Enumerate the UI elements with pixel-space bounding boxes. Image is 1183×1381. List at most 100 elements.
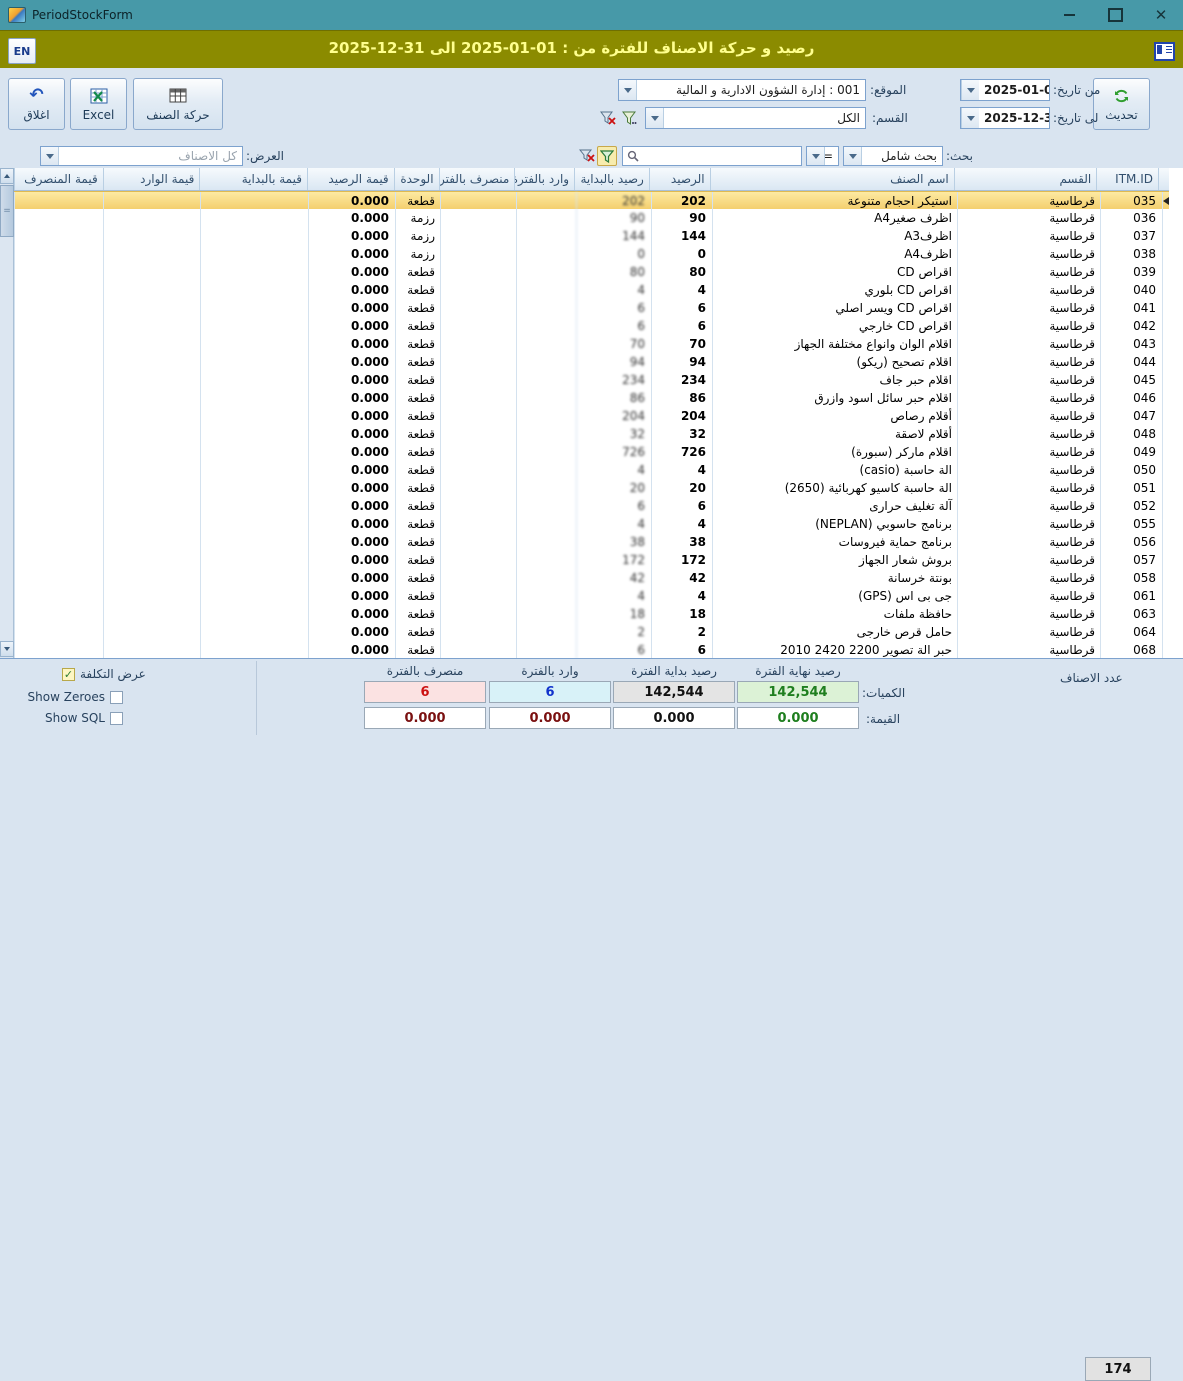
search-input[interactable]: [622, 146, 802, 166]
table-row[interactable]: 042قرطاسيةاقراص CD خارجي66قطعة0.000: [14, 317, 1169, 335]
cell-item-id: 036: [1100, 209, 1162, 227]
table-row[interactable]: 041قرطاسيةاقراص CD ويسر اصلي66قطعة0.000: [14, 299, 1169, 317]
excel-export-button[interactable]: Excel: [70, 78, 127, 130]
table-row[interactable]: 052قرطاسيةآلة تغليف حرارى66قطعة0.000: [14, 497, 1169, 515]
table-row[interactable]: 045قرطاسيةاقلام حبر جاف234234قطعة0.000: [14, 371, 1169, 389]
scroll-up-button[interactable]: [0, 168, 14, 184]
table-row[interactable]: 055قرطاسيةبرنامج حاسوبي (NEPLAN)44قطعة0.…: [14, 515, 1169, 533]
cell-inbound-value: [103, 371, 200, 389]
filter-toggle-button[interactable]: [597, 146, 617, 166]
cell-item-id: 040: [1100, 281, 1162, 299]
cell-beginning-balance: 726: [576, 443, 651, 461]
table-row[interactable]: 037قرطاسيةاظرفA3144144رزمة0.000: [14, 227, 1169, 245]
table-row[interactable]: 047قرطاسيةأقلام رصاص204204قطعة0.000: [14, 407, 1169, 425]
table-row[interactable]: 049قرطاسيةاقلام ماركر (سبورة)726726قطعة0…: [14, 443, 1169, 461]
from-date-dropdown-icon[interactable]: [961, 80, 979, 100]
column-header-11[interactable]: قيمة الوارد: [103, 168, 200, 190]
department-select[interactable]: الكل: [645, 107, 866, 129]
table-row[interactable]: 050قرطاسيةالة حاسبة (casio)44قطعة0.000: [14, 461, 1169, 479]
close-window-button[interactable]: ✕: [1149, 4, 1173, 26]
cell-outbound-period: [440, 623, 516, 641]
cell-beginning-balance: 6: [576, 497, 651, 515]
table-row[interactable]: 035قرطاسيةاستيكر احجام متنوعة202202قطعة0…: [14, 191, 1169, 209]
department-filter-clear-icon[interactable]: [598, 108, 618, 128]
record-selector: [1162, 407, 1169, 425]
form-grid-icon[interactable]: [1154, 42, 1175, 61]
refresh-button[interactable]: تحديث: [1093, 78, 1150, 130]
search-operator-dropdown-icon[interactable]: [807, 147, 825, 165]
cell-item-name: اقراص CD خارجي: [712, 317, 957, 335]
table-row[interactable]: 063قرطاسيةحافظة ملفات1818قطعة0.000: [14, 605, 1169, 623]
table-row[interactable]: 057قرطاسيةبروش شعار الجهاز172172قطعة0.00…: [14, 551, 1169, 569]
cell-inbound-value: [103, 443, 200, 461]
table-row[interactable]: 036قرطاسيةاظرف صغيرA49090رزمة0.000: [14, 209, 1169, 227]
table-row[interactable]: 046قرطاسيةاقلام حبر سائل اسود وازرق8686ق…: [14, 389, 1169, 407]
table-row[interactable]: 056قرطاسيةبرنامج حماية فيروسات3838قطعة0.…: [14, 533, 1169, 551]
table-row[interactable]: 058قرطاسيةبونتة خرسانة4242قطعة0.000: [14, 569, 1169, 587]
cell-outbound-period: [440, 263, 516, 281]
column-header-5[interactable]: رصيد بالبداية: [574, 168, 649, 190]
table-row[interactable]: 039قرطاسيةاقراص CD8080قطعة0.000: [14, 263, 1169, 281]
location-select[interactable]: 001 : إدارة الشؤون الادارية و المالية: [618, 79, 866, 101]
table-row[interactable]: 048قرطاسيةأقلام لاصقة3232قطعة0.000: [14, 425, 1169, 443]
cell-item-id: 045: [1100, 371, 1162, 389]
column-header-4[interactable]: الرصيد: [649, 168, 710, 190]
vertical-scrollbar[interactable]: =: [0, 168, 14, 658]
to-date-picker[interactable]: 2025-12-31: [960, 107, 1050, 129]
location-dropdown-icon[interactable]: [619, 80, 637, 100]
table-row[interactable]: 043قرطاسيةاقلام الوان وانواع مختلفة الجه…: [14, 335, 1169, 353]
search-scope-dropdown-icon[interactable]: [844, 147, 862, 165]
table-row[interactable]: 040قرطاسيةاقراص CD بلوري44قطعة0.000: [14, 281, 1169, 299]
table-row[interactable]: 064قرطاسيةحامل قرص خارجى22قطعة0.000: [14, 623, 1169, 641]
view-select[interactable]: كل الاصناف: [40, 146, 243, 166]
show-cost-checkbox[interactable]: ✓: [62, 668, 75, 681]
cell-inbound-period: [516, 263, 576, 281]
cell-inbound-value: [103, 281, 200, 299]
show-sql-checkbox-row[interactable]: Show SQL: [10, 711, 123, 725]
column-header-8[interactable]: الوحدة: [394, 168, 439, 190]
show-cost-checkbox-row[interactable]: عرض التكلفة ✓: [62, 667, 146, 681]
from-date-picker[interactable]: 2025-01-01: [960, 79, 1050, 101]
cell-balance: 144: [651, 227, 712, 245]
column-header-9[interactable]: قيمة الرصيد: [307, 168, 394, 190]
record-selector: [1162, 227, 1169, 245]
column-header-12[interactable]: قيمة المنصرف: [14, 168, 103, 190]
view-dropdown-icon[interactable]: [41, 147, 59, 165]
maximize-button[interactable]: [1103, 4, 1127, 26]
show-zeroes-checkbox[interactable]: [110, 691, 123, 704]
cell-department: قرطاسية: [957, 281, 1100, 299]
cell-item-id: 048: [1100, 425, 1162, 443]
search-scope-select[interactable]: بحث شامل: [843, 146, 943, 166]
close-form-button[interactable]: ↶ اغلاق: [8, 78, 65, 130]
table-row[interactable]: 061قرطاسيةجى بى اس (GPS)44قطعة0.000: [14, 587, 1169, 605]
department-dropdown-icon[interactable]: [646, 108, 664, 128]
show-zeroes-checkbox-row[interactable]: Show Zeroes: [10, 690, 123, 704]
item-movement-button[interactable]: حركة الصنف: [133, 78, 223, 130]
scroll-down-button[interactable]: [0, 641, 14, 657]
search-operator-select[interactable]: =: [806, 146, 839, 166]
column-header-10[interactable]: قيمة بالبداية: [199, 168, 307, 190]
table-row[interactable]: 038قرطاسيةاظرفA400رزمة0.000: [14, 245, 1169, 263]
cell-item-id: 055: [1100, 515, 1162, 533]
table-row[interactable]: 068قرطاسيةحبر الة تصوير 2200 2420 201066…: [14, 641, 1169, 659]
selected-row-indicator-icon: [1163, 197, 1169, 205]
cell-inbound-value: [103, 299, 200, 317]
column-header-2[interactable]: القسم: [954, 168, 1096, 190]
cell-item-name: الة حاسبة (casio): [712, 461, 957, 479]
cell-unit: قطعة: [395, 587, 440, 605]
column-header-6[interactable]: وارد بالفترة: [514, 168, 574, 190]
column-header-1[interactable]: ITM.ID: [1096, 168, 1158, 190]
cell-item-name: بونتة خرسانة: [712, 569, 957, 587]
column-header-7[interactable]: منصرف بالفترة: [439, 168, 515, 190]
department-filter-icon[interactable]: [620, 108, 640, 128]
scrollbar-thumb[interactable]: =: [0, 185, 14, 237]
cell-item-id: 063: [1100, 605, 1162, 623]
table-row[interactable]: 051قرطاسيةالة حاسبة كاسيو كهربائية (2650…: [14, 479, 1169, 497]
show-sql-checkbox[interactable]: [110, 712, 123, 725]
filter-clear-button[interactable]: [577, 146, 597, 166]
to-date-dropdown-icon[interactable]: [961, 108, 979, 128]
record-selector: [1162, 587, 1169, 605]
table-row[interactable]: 044قرطاسيةاقلام تصحيح (ريكو)9494قطعة0.00…: [14, 353, 1169, 371]
column-header-3[interactable]: اسم الصنف: [710, 168, 954, 190]
minimize-button[interactable]: [1057, 4, 1081, 26]
